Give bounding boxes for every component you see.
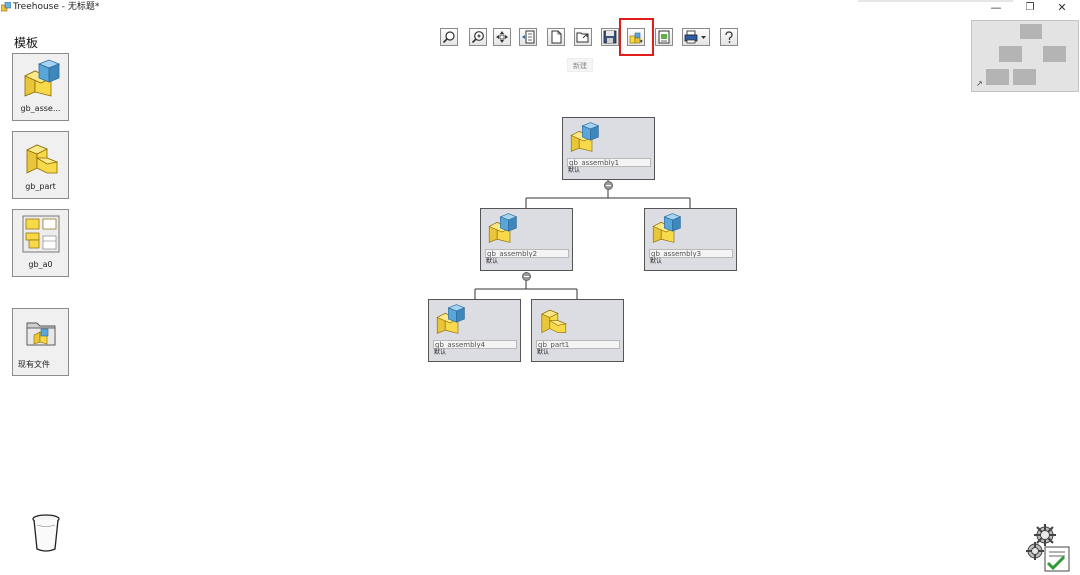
tree-node-part[interactable]: gb_part1 默认 — [531, 299, 624, 362]
node-name[interactable]: gb_part1 — [536, 340, 620, 349]
assembly-icon — [488, 213, 518, 243]
tree-node-assembly[interactable]: gb_assembly4 默认 — [428, 299, 521, 362]
node-config: 默认 — [650, 258, 663, 265]
tree-node-assembly[interactable]: gb_assembly2 默认 — [480, 208, 573, 271]
tree-connectors — [474, 180, 691, 299]
node-config: 默认 — [486, 258, 499, 265]
node-name[interactable]: gb_assembly1 — [567, 158, 651, 167]
assembly-icon — [652, 213, 682, 243]
node-name[interactable]: gb_assembly2 — [485, 249, 569, 258]
node-name[interactable]: gb_assembly3 — [649, 249, 733, 258]
tree-node-assembly[interactable]: gb_assembly3 默认 — [644, 208, 737, 271]
node-config: 默认 — [537, 349, 550, 356]
node-config: 默认 — [568, 167, 581, 174]
treehouse-app: Treehouse - 无标题* — ❐ ✕ 模板 gb_asse... gb_… — [0, 0, 1080, 575]
assembly-icon — [436, 304, 466, 334]
node-name[interactable]: gb_assembly4 — [433, 340, 517, 349]
gear-icon[interactable] — [1023, 521, 1073, 573]
collapse-toggle[interactable] — [604, 181, 613, 190]
tree-node-assembly[interactable]: gb_assembly1 默认 — [562, 117, 655, 180]
collapse-toggle[interactable] — [522, 272, 531, 281]
node-config: 默认 — [434, 349, 447, 356]
assembly-icon — [570, 122, 600, 152]
part-icon — [541, 309, 567, 334]
